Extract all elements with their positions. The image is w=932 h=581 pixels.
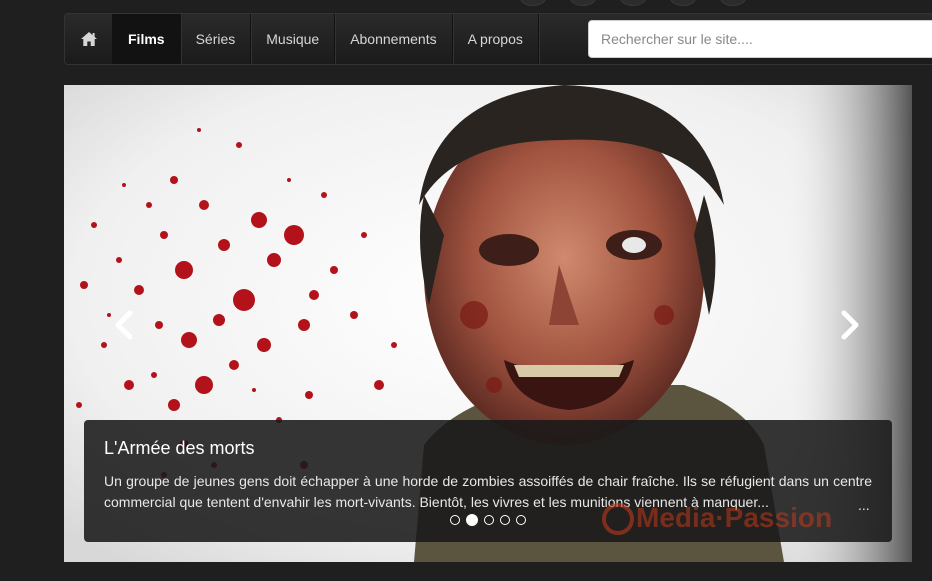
nav-item-musique[interactable]: Musique	[251, 14, 336, 64]
main-navbar: Films Séries Musique Abonnements A propo…	[64, 13, 932, 65]
social-icon[interactable]	[620, 0, 646, 6]
nav-item-series[interactable]: Séries	[181, 14, 252, 64]
carousel-indicator[interactable]	[500, 515, 510, 525]
social-icon[interactable]	[670, 0, 696, 6]
slide-title: L'Armée des morts	[104, 438, 255, 458]
carousel-indicator[interactable]	[516, 515, 526, 525]
svg-text:Media·Passion: Media·Passion	[636, 502, 832, 533]
slide-caption: Media·Passion L'Armée des morts Un group…	[84, 420, 892, 542]
social-icon[interactable]	[720, 0, 746, 6]
nav-item-abonnements[interactable]: Abonnements	[335, 14, 453, 64]
carousel-indicator-active[interactable]	[466, 514, 478, 526]
chevron-right-icon	[839, 310, 861, 345]
watermark-logo: Media·Passion	[596, 497, 896, 542]
nav-item-a-propos[interactable]: A propos	[453, 14, 539, 64]
featured-carousel: Media·Passion L'Armée des morts Un group…	[64, 85, 912, 562]
chevron-left-icon	[113, 310, 135, 345]
slide-more-ellipsis: ...	[858, 497, 870, 513]
nav-item-films[interactable]: Films	[113, 14, 181, 64]
carousel-indicator[interactable]	[484, 515, 494, 525]
carousel-indicator[interactable]	[450, 515, 460, 525]
search-container	[588, 20, 932, 58]
carousel-indicators	[450, 514, 526, 526]
nav-home-button[interactable]	[65, 14, 113, 64]
carousel-prev-button[interactable]	[104, 307, 144, 347]
social-icon[interactable]	[570, 0, 596, 6]
search-input[interactable]	[588, 20, 932, 58]
home-icon	[80, 31, 98, 47]
social-dots	[520, 0, 746, 6]
social-icon[interactable]	[520, 0, 546, 6]
carousel-next-button[interactable]	[830, 307, 870, 347]
page: Films Séries Musique Abonnements A propo…	[0, 0, 932, 581]
